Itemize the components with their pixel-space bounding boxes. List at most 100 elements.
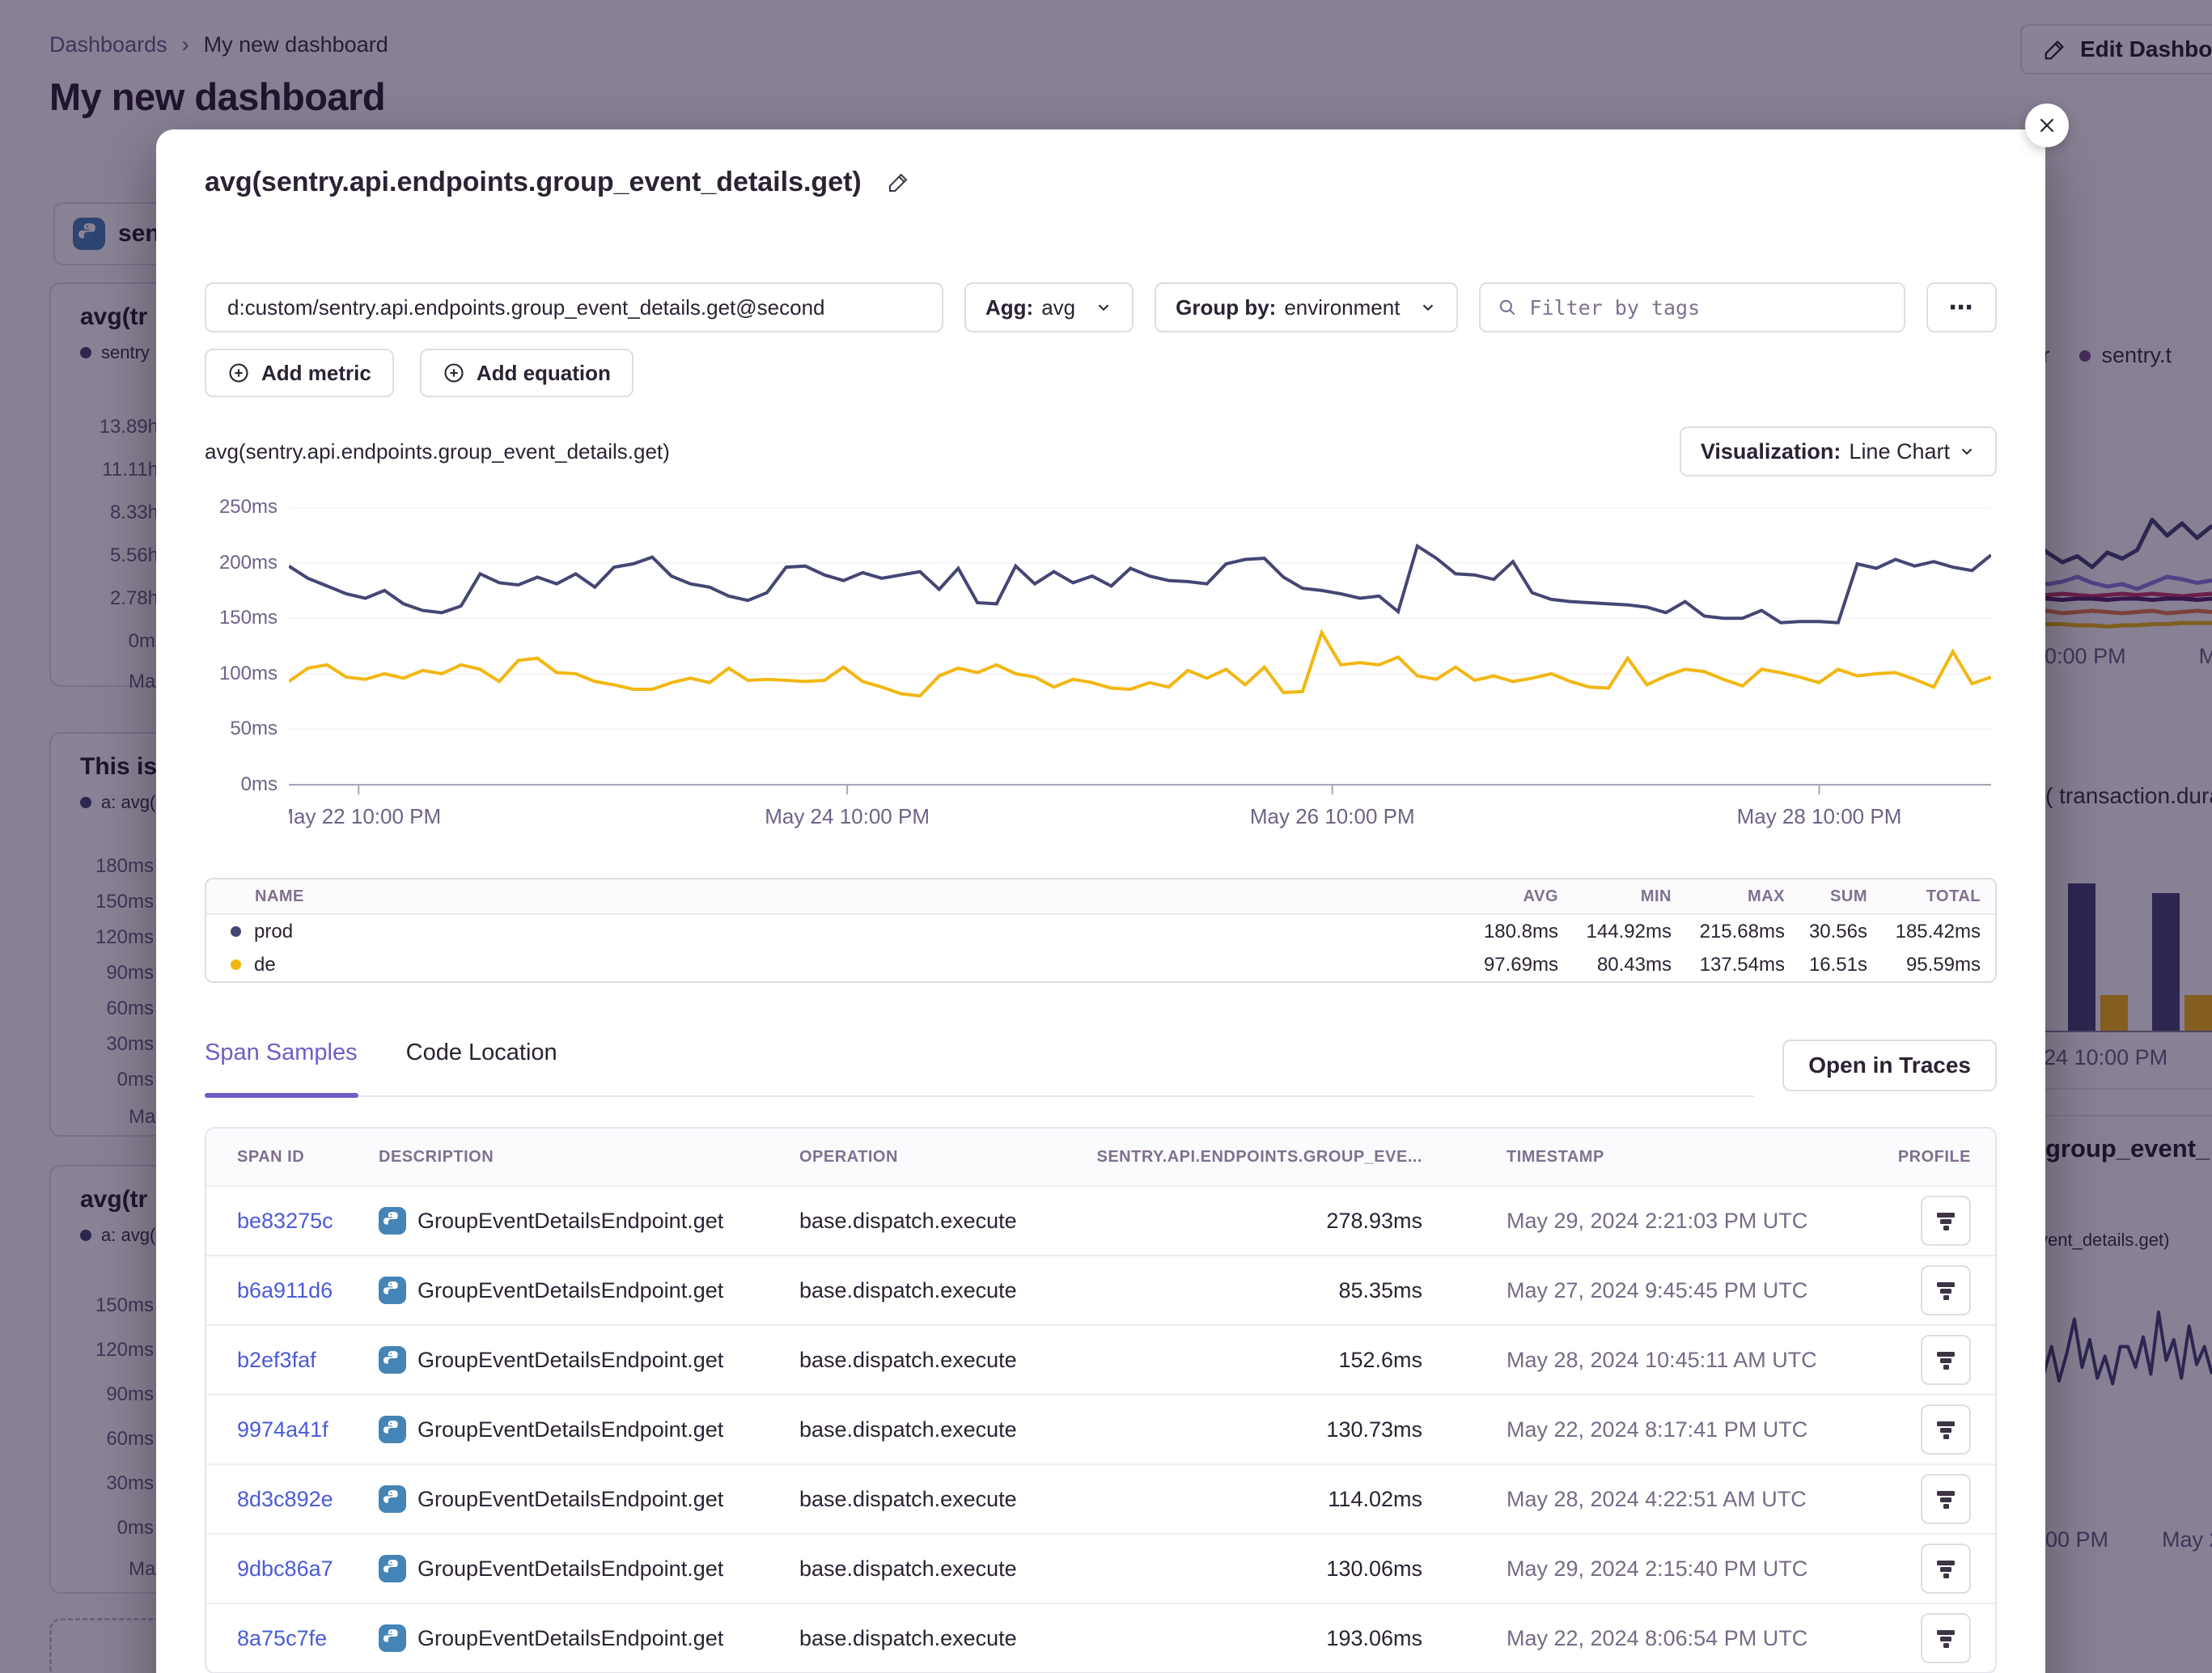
x-axis-tick: May 22 10:00 PM [289,804,441,828]
span-sample-row[interactable]: 9974a41fGroupEventDetailsEndpoint.getbas… [206,1394,1995,1463]
python-icon [379,1416,406,1443]
span-operation: base.dispatch.execute [799,1487,1091,1512]
metric-details-modal: avg(sentry.api.endpoints.group_event_det… [156,129,2045,1673]
span-duration: 114.02ms [1091,1487,1447,1512]
span-samples-table: SPAN ID DESCRIPTION OPERATION SENTRY.API… [205,1127,1997,1673]
profile-button[interactable] [1921,1335,1971,1385]
span-timestamp: May 22, 2024 8:06:54 PM UTC [1447,1626,1867,1651]
series-avg: 180.8ms [1437,921,1558,943]
series-sum: 16.51s [1785,954,1867,976]
summary-row[interactable]: prod 180.8ms144.92ms215.68ms30.56s185.42m… [206,915,1995,948]
close-button[interactable] [2025,104,2069,147]
active-tab-underline [205,1093,358,1098]
chevron-down-icon [1095,299,1112,316]
series-color-dot [231,926,241,937]
y-axis-tick: 250ms [219,496,278,519]
profile-button[interactable] [1921,1196,1971,1246]
span-description: GroupEventDetailsEndpoint.get [417,1626,723,1651]
series-max: 215.68ms [1672,921,1785,943]
span-sample-row[interactable]: 8a75c7fe GroupEventDetailsEndpoint.get bas… [206,1603,1995,1672]
span-timestamp: May 28, 2024 10:45:11 AM UTC [1447,1348,1867,1373]
span-description: GroupEventDetailsEndpoint.get [417,1348,723,1373]
span-sample-row[interactable]: b2ef3faf GroupEventDetailsEndpoint.get bas… [206,1324,1995,1394]
python-icon [379,1555,406,1582]
series-name: prod [254,921,293,943]
span-description: GroupEventDetailsEndpoint.get [417,1278,723,1303]
filter-placeholder: Filter by tags [1529,296,1700,320]
plus-circle-icon [443,362,465,384]
span-sample-row[interactable]: be83275cGroupEventDetailsEndpoint.getbas… [206,1185,1995,1255]
visualization-dropdown[interactable]: Visualization: Line Chart [1680,426,1997,476]
span-id-link[interactable]: 8a75c7fe [237,1626,379,1651]
span-description: GroupEventDetailsEndpoint.get [417,1487,723,1512]
span-sample-row[interactable]: 9dbc86a7GroupEventDetailsEndpoint.getbas… [206,1533,1995,1603]
tab-divider [205,1095,1754,1097]
span-duration: 130.06ms [1091,1557,1447,1582]
y-axis-tick: 200ms [219,552,278,574]
profile-button[interactable] [1921,1474,1971,1524]
span-operation: base.dispatch.execute [799,1278,1091,1303]
span-duration: 130.73ms [1091,1417,1447,1442]
groupby-dropdown[interactable]: Group by: environment [1155,282,1458,332]
span-id-link[interactable]: 9974a41f [237,1417,379,1442]
close-icon [2036,115,2057,136]
span-id-link[interactable]: 9dbc86a7 [237,1557,379,1582]
summary-header-row: NAME AVG MIN MAX SUM TOTAL [206,879,1995,915]
chart-title: avg(sentry.api.endpoints.group_event_det… [205,439,670,464]
span-duration: 152.6ms [1091,1348,1447,1373]
filter-by-tags-input[interactable]: Filter by tags [1479,282,1905,332]
profile-button[interactable] [1921,1613,1971,1663]
span-timestamp: May 22, 2024 8:17:41 PM UTC [1447,1417,1867,1442]
add-equation-button[interactable]: Add equation [420,349,634,397]
x-axis-tick: May 24 10:00 PM [765,804,930,828]
series-summary-table: NAME AVG MIN MAX SUM TOTAL prod 180.8ms14… [205,878,1997,983]
span-duration: 278.93ms [1091,1209,1447,1234]
modal-title: avg(sentry.api.endpoints.group_event_det… [205,167,862,198]
aggregation-dropdown[interactable]: Agg: avg [964,282,1134,332]
span-id-link[interactable]: be83275c [237,1209,379,1234]
span-sample-row[interactable]: b6a911d6 GroupEventDetailsEndpoint.get bas… [206,1255,1995,1324]
profile-button[interactable] [1921,1404,1971,1455]
span-duration: 193.06ms [1091,1626,1447,1651]
python-icon [379,1624,406,1652]
y-axis-tick: 0ms [241,773,278,796]
span-sample-row[interactable]: 8d3c892e GroupEventDetailsEndpoint.get bas… [206,1463,1995,1533]
series-sum: 30.56s [1785,921,1867,943]
span-table-header: SPAN ID DESCRIPTION OPERATION SENTRY.API… [206,1129,1995,1185]
series-min: 80.43ms [1558,954,1672,976]
python-icon [379,1485,406,1513]
span-operation: base.dispatch.execute [799,1348,1091,1373]
series-max: 137.54ms [1672,954,1785,976]
python-icon [379,1207,406,1235]
series-total: 95.59ms [1867,954,1981,976]
tab-span-samples[interactable]: Span Samples [205,1040,358,1092]
series-total: 185.42ms [1867,921,1981,943]
profile-button[interactable] [1921,1544,1971,1594]
add-metric-button[interactable]: Add metric [205,349,394,397]
chevron-down-icon [1419,299,1437,316]
open-in-traces-button[interactable]: Open in Traces [1782,1040,1997,1091]
edit-title-pencil-icon[interactable] [886,171,910,195]
chevron-down-icon [1958,443,1976,460]
x-axis-tick: May 26 10:00 PM [1250,804,1415,828]
y-axis-tick: 150ms [219,607,278,629]
span-timestamp: May 29, 2024 2:15:40 PM UTC [1447,1557,1867,1582]
metric-line-chart: 250ms200ms150ms100ms50ms0ms May 22 10:00… [205,507,1997,831]
summary-row[interactable]: de97.69ms80.43ms137.54ms16.51s95.59ms [206,948,1995,981]
series-name: de [254,954,276,976]
span-id-link[interactable]: 8d3c892e [237,1487,379,1512]
span-duration: 85.35ms [1091,1278,1447,1303]
span-description: GroupEventDetailsEndpoint.get [417,1557,723,1582]
series-color-dot [231,959,241,970]
overflow-menu-button[interactable]: ⋯ [1926,282,1997,332]
span-id-link[interactable]: b2ef3faf [237,1348,379,1373]
tab-code-location[interactable]: Code Location [406,1040,557,1092]
span-operation: base.dispatch.execute [799,1626,1091,1651]
span-operation: base.dispatch.execute [799,1417,1091,1442]
span-id-link[interactable]: b6a911d6 [237,1278,379,1303]
metric-query-input[interactable]: d:custom/sentry.api.endpoints.group_even… [205,282,943,332]
span-timestamp: May 27, 2024 9:45:45 PM UTC [1447,1278,1867,1303]
series-min: 144.92ms [1558,921,1672,943]
x-axis-tick: May 28 10:00 PM [1737,804,1902,828]
profile-button[interactable] [1921,1265,1971,1315]
